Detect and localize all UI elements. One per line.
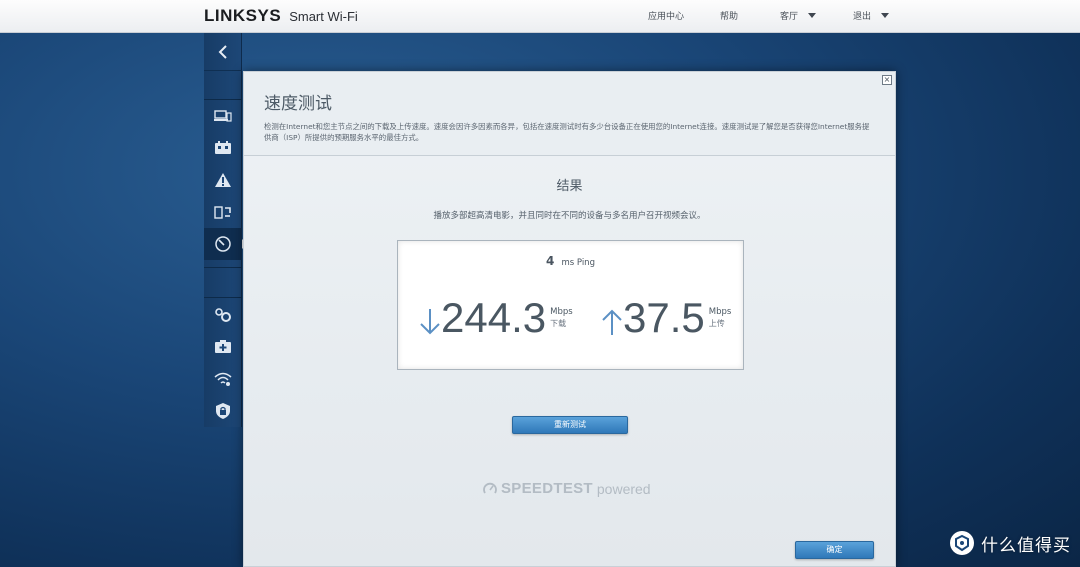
nav-location-label: 客厅 xyxy=(780,12,799,22)
sidebar-item-network-map[interactable] xyxy=(204,132,242,164)
upload-arrow-icon xyxy=(602,309,622,335)
nav-help-label: 帮助 xyxy=(720,12,739,22)
upload-unit: Mbps xyxy=(708,307,732,317)
nav-logout-label: 退出 xyxy=(853,12,872,22)
alert-icon xyxy=(215,173,231,187)
smzdm-logo-icon xyxy=(950,531,974,555)
close-icon: × xyxy=(883,75,891,84)
chevron-down-icon xyxy=(881,13,890,18)
sidebar-item-alerts[interactable] xyxy=(204,164,242,196)
ping-readout: 4 ms Ping xyxy=(398,250,743,269)
dialog-header: 速度测试 检测在Internet和您主节点之间的下载及上传速度。速度会因许多因素… xyxy=(244,72,895,156)
ping-value: 4 xyxy=(546,254,555,268)
upload-value: 37.5 xyxy=(623,294,705,341)
sidebar-item-wireless[interactable] xyxy=(204,363,242,395)
sidebar-item-security[interactable] xyxy=(204,395,242,427)
upload-label: 上传 xyxy=(708,319,725,328)
network-map-icon xyxy=(215,141,231,154)
wireless-icon xyxy=(214,372,232,386)
sidebar xyxy=(204,33,247,427)
dialog-title: 速度测试 xyxy=(264,94,332,114)
upload-readout: 37.5 Mbps 上传 xyxy=(601,293,731,343)
result-title: 结果 xyxy=(556,179,583,194)
devices-icon xyxy=(214,110,232,122)
nav-help[interactable]: 帮助 xyxy=(720,9,738,22)
sidebar-item-speed-test[interactable] xyxy=(204,228,247,260)
chevron-down-icon xyxy=(808,13,817,18)
sidebar-divider xyxy=(204,297,242,298)
chevron-left-icon xyxy=(218,44,227,59)
ping-unit: ms Ping xyxy=(561,258,595,268)
download-readout: 244.3 Mbps 下载 xyxy=(419,293,573,343)
media-prioritization-icon xyxy=(214,206,231,219)
ok-button[interactable]: 确定 xyxy=(795,541,874,559)
sidebar-divider xyxy=(204,267,242,268)
download-arrow-icon xyxy=(420,309,440,335)
brand-name: LINKSYS xyxy=(204,6,282,25)
sidebar-item-media-prioritization[interactable] xyxy=(204,196,242,228)
shield-icon xyxy=(216,403,230,419)
retest-button[interactable]: 重新测试 xyxy=(512,416,628,434)
result-description: 播放多部超高清电影，并且同时在不同的设备与多名用户召开视频会议。 xyxy=(433,211,706,221)
diagnostics-icon xyxy=(215,340,231,353)
brand-logo: LINKSYS Smart Wi-Fi xyxy=(204,6,358,28)
sidebar-group-tools xyxy=(204,100,247,260)
nav-app-center-label: 应用中心 xyxy=(648,12,685,22)
sidebar-item-diagnostics[interactable] xyxy=(204,331,242,363)
watermark-text: 什么值得买 xyxy=(981,535,1071,556)
dialog-description: 检测在Internet和您主节点之间的下载及上传速度。速度会因许多因素而各异，包… xyxy=(264,122,870,142)
download-value: 244.3 xyxy=(441,294,547,341)
speed-test-dialog: 速度测试 检测在Internet和您主节点之间的下载及上传速度。速度会因许多因素… xyxy=(243,71,896,567)
download-unit-block: Mbps 下载 xyxy=(550,307,573,329)
settings-icon xyxy=(215,308,231,322)
speedtest-logo: SPEEDTEST powered xyxy=(482,480,651,497)
sidebar-group-settings xyxy=(204,299,242,427)
speed-test-icon xyxy=(215,236,231,252)
download-unit: Mbps xyxy=(550,307,573,317)
speedometer-icon xyxy=(483,482,497,493)
top-bar: LINKSYS Smart Wi-Fi 应用中心 帮助 客厅 退出 xyxy=(0,0,1080,33)
speedtest-powered: powered xyxy=(596,480,651,497)
result-panel: 4 ms Ping 244.3 Mbps 下载 37.5 Mbps 上传 xyxy=(397,240,744,370)
download-label: 下载 xyxy=(550,319,567,328)
nav-app-center[interactable]: 应用中心 xyxy=(648,9,684,22)
speedtest-brand: SPEEDTEST xyxy=(501,480,593,497)
close-button[interactable]: × xyxy=(882,75,892,85)
sidebar-item-settings[interactable] xyxy=(204,299,242,331)
sidebar-item-devices[interactable] xyxy=(204,100,242,132)
nav-location-dropdown[interactable]: 客厅 xyxy=(780,9,817,22)
watermark: 什么值得买 xyxy=(949,530,1071,556)
nav-logout-dropdown[interactable]: 退出 xyxy=(853,9,890,22)
brand-product: Smart Wi-Fi xyxy=(289,9,358,24)
back-button[interactable] xyxy=(204,33,242,71)
upload-unit-block: Mbps 上传 xyxy=(709,307,732,329)
